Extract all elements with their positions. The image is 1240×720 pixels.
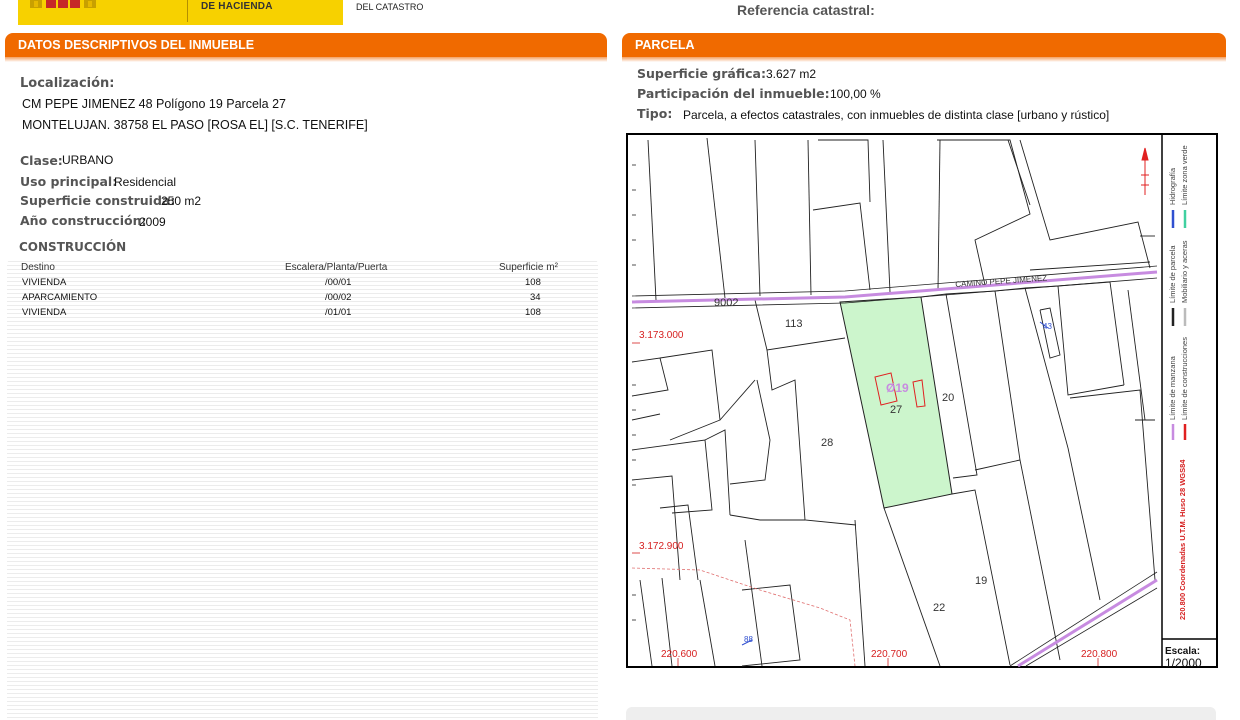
legend-mobiliario: Mobiliario y aceras bbox=[1180, 240, 1189, 303]
map-drawing bbox=[631, 135, 1217, 668]
house-number-43: 43 bbox=[1043, 322, 1052, 331]
legend-zona-verde: Límite zona verde bbox=[1180, 145, 1189, 205]
legend-limite-construcciones: Límite de construcciones bbox=[1180, 337, 1189, 420]
north-arrow-icon bbox=[1141, 147, 1149, 195]
legend-limite-parcela: Límite de parcela bbox=[1168, 245, 1177, 303]
building-code-label: Ø19 bbox=[886, 381, 909, 395]
coordinate-system-note: 220.800 Coordenadas U.T.M. Huso 28 WGS84 bbox=[1178, 459, 1187, 620]
parcel-27-label: 27 bbox=[890, 404, 903, 416]
parcel-113-label: 113 bbox=[785, 318, 803, 330]
road-number-label: 9002 bbox=[714, 297, 739, 309]
parcel-19-label: 19 bbox=[975, 575, 988, 587]
x-coordinate-right: 220.800 bbox=[1081, 649, 1118, 660]
parcel-22-label: 22 bbox=[933, 602, 946, 614]
y-coordinate-upper: 3.173.000 bbox=[639, 330, 684, 341]
x-coordinate-center: 220.700 bbox=[871, 649, 908, 660]
legend-hidrografia: Hidrografía bbox=[1168, 167, 1177, 205]
x-coordinate-left: 220.600 bbox=[661, 649, 698, 660]
selected-parcel bbox=[839, 296, 953, 509]
parcel-28-label: 28 bbox=[821, 437, 834, 449]
y-coordinate-lower: 3.172.900 bbox=[639, 541, 684, 552]
bottom-note-box bbox=[626, 707, 1216, 720]
parcel-20-label: 20 bbox=[942, 392, 955, 404]
legend-limite-manzana: Límite de manzana bbox=[1168, 356, 1177, 420]
house-number-88: 88 bbox=[744, 635, 753, 644]
scale-value: 1/2000 bbox=[1165, 656, 1202, 670]
